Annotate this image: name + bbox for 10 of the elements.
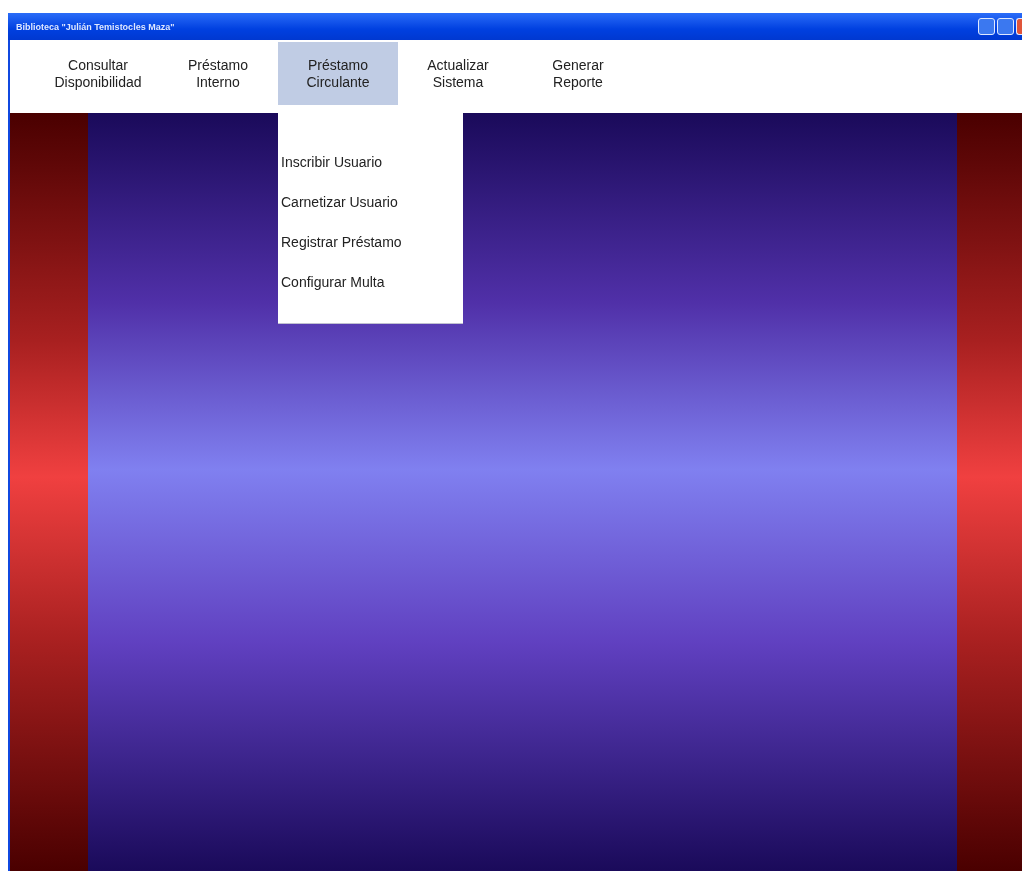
menu-item[interactable]: Generar Reporte bbox=[518, 42, 638, 105]
menu-item[interactable]: Actualizar Sistema bbox=[398, 42, 518, 105]
menu-item[interactable]: Préstamo Interno bbox=[158, 42, 278, 105]
submenu-item[interactable]: Registrar Préstamo bbox=[278, 222, 463, 262]
menu-item[interactable]: Consultar Disponibilidad bbox=[38, 42, 158, 105]
menu-item[interactable]: Préstamo Circulante bbox=[278, 42, 398, 105]
submenu-item[interactable]: Configurar Multa bbox=[278, 262, 463, 302]
window-title: Biblioteca "Julián Temistocles Maza" bbox=[16, 21, 175, 32]
submenu-item[interactable]: Carnetizar Usuario bbox=[278, 182, 463, 222]
submenu-item[interactable]: Inscribir Usuario bbox=[278, 142, 463, 182]
